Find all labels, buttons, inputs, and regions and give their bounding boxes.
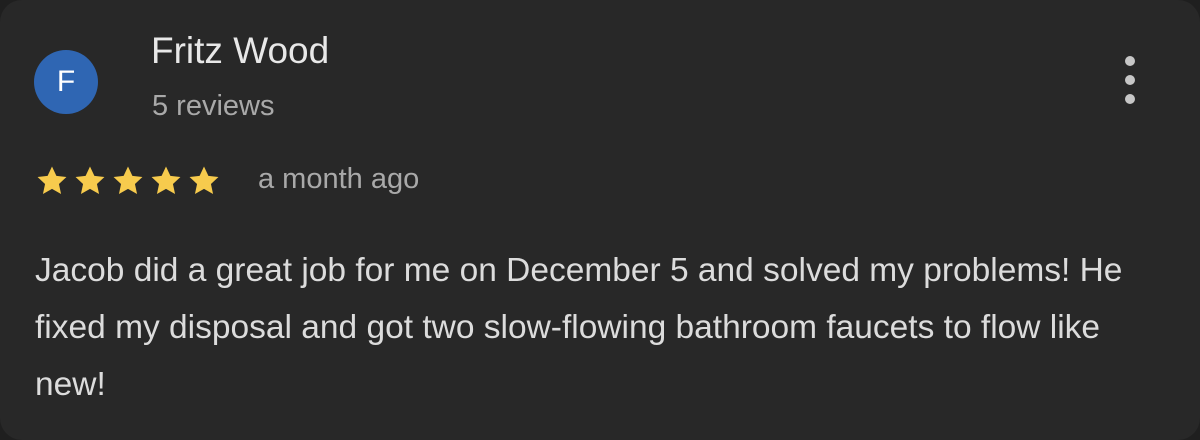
star-icon	[75, 166, 105, 195]
star-icon	[189, 166, 219, 195]
avatar-initial: F	[56, 65, 76, 98]
avatar[interactable]: F	[34, 50, 98, 114]
review-date: a month ago	[258, 163, 420, 195]
star-rating	[34, 164, 222, 198]
more-vert-icon	[1125, 56, 1135, 66]
star-icon	[151, 166, 181, 195]
more-vert-icon	[1125, 75, 1135, 85]
star-icon	[37, 166, 67, 195]
more-vert-icon	[1125, 94, 1135, 104]
star-icon	[113, 166, 143, 195]
more-options-button[interactable]	[1110, 52, 1150, 108]
author-name[interactable]: Fritz Wood	[151, 30, 329, 72]
review-card: F Fritz Wood 5 reviews a month ago Jacob…	[0, 0, 1200, 440]
review-count[interactable]: 5 reviews	[152, 90, 275, 123]
review-text: Jacob did a great job for me on December…	[35, 252, 1123, 403]
